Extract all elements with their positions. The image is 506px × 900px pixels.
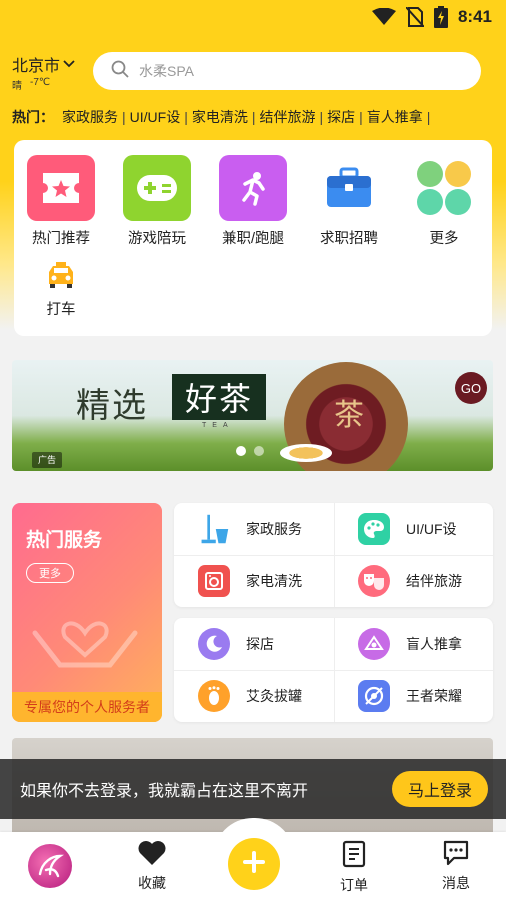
banner-subtitle: TEA (202, 422, 234, 429)
category-hot-recommend[interactable]: 热门推荐 (16, 155, 106, 248)
hot-keyword[interactable]: 家电清洗 (188, 107, 252, 127)
hot-keyword[interactable]: 家政服务 (58, 107, 122, 127)
gamepad-icon (123, 155, 191, 221)
heart-hands-icon (30, 603, 140, 688)
category-more[interactable]: 更多 (399, 155, 489, 248)
search-icon (111, 60, 129, 83)
category-label: 热门推荐 (32, 231, 90, 247)
service-label: 探店 (246, 636, 274, 652)
service-travel-companion[interactable]: 结伴旅游 (334, 555, 493, 607)
hot-keywords-bar: 热门： 家政服务 | UI/UF设 | 家电清洗 | 结伴旅游 | 探店 | 盲人推拿 | (12, 107, 431, 127)
service-ui-design[interactable]: UI/UF设 (334, 503, 493, 555)
moon-icon (198, 628, 230, 660)
palette-icon (358, 513, 390, 545)
service-label: UI/UF设 (406, 521, 457, 537)
category-game-companion[interactable]: 游戏陪玩 (112, 155, 202, 248)
banner-title-part1: 精选 (76, 388, 148, 425)
search-input[interactable]: 水柔SPA (93, 52, 481, 90)
service-label: 艾灸拔罐 (246, 688, 302, 704)
battery-charging-icon (433, 6, 448, 28)
weather-condition: 晴 (12, 81, 22, 92)
category-label: 求职招聘 (320, 231, 378, 247)
hot-services-slogan: 专属您的个人服务者 (12, 692, 162, 722)
hot-keyword[interactable]: UI/UF设 (126, 107, 185, 127)
tea-cup-image (280, 444, 332, 462)
clover-icon (410, 155, 478, 221)
publish-button[interactable] (228, 838, 280, 890)
service-housekeeping[interactable]: 家政服务 (174, 503, 333, 555)
briefcase-icon (315, 155, 383, 221)
footprint-icon (198, 680, 230, 712)
login-prompt-message: 如果你不去登录，我就霸占在这里不离开 (20, 783, 309, 800)
hot-services-title: 热门服务 (26, 530, 103, 551)
status-bar: 8:41 (0, 0, 506, 34)
tab-orders[interactable]: 订单 (314, 840, 394, 895)
service-store-visit[interactable]: 探店 (174, 618, 333, 670)
hot-services-more-button[interactable]: 更多 (26, 563, 74, 583)
heart-icon (137, 841, 167, 870)
promo-banner[interactable]: 精选 好茶 TEA 茶 GO 广告 (12, 360, 493, 471)
login-prompt-bar: 如果你不去登录，我就霸占在这里不离开 马上登录 (0, 759, 506, 819)
service-label: 王者荣耀 (406, 688, 462, 704)
service-label: 结伴旅游 (406, 573, 462, 589)
plus-icon (241, 849, 267, 880)
service-label: 盲人推拿 (406, 636, 462, 652)
hot-keyword[interactable]: 结伴旅游 (255, 107, 319, 127)
banner-product-text: 茶 (334, 399, 364, 432)
category-label: 打车 (46, 302, 76, 318)
tab-label: 消息 (442, 875, 470, 891)
hot-keywords-label: 热门： (12, 109, 54, 125)
mop-bucket-icon (198, 513, 230, 545)
hot-services-panel[interactable]: 热门服务 更多 专属您的个人服务者 (12, 503, 162, 722)
appliance-icon (198, 565, 230, 597)
pagination-dot[interactable] (236, 446, 246, 456)
hot-keyword[interactable]: 探店 (323, 107, 359, 127)
category-label: 更多 (429, 231, 459, 247)
tab-label: 收藏 (138, 875, 166, 891)
city-name: 北京市 (12, 58, 61, 75)
weather-temperature: -7℃ (30, 77, 51, 88)
banner-pagination (236, 446, 264, 456)
running-person-icon (219, 155, 287, 221)
weather-info: 晴 -7℃ (12, 77, 86, 92)
category-grid: 热门推荐 游戏陪玩 兼职/跑腿 求职招聘 更多 打车 (14, 140, 492, 336)
app-logo-icon[interactable] (28, 844, 72, 888)
message-icon (442, 840, 470, 870)
game-emblem-icon (358, 680, 390, 712)
banner-title-part2: 好茶 (172, 374, 266, 420)
services-card-top: 家政服务 UI/UF设 家电清洗 结伴旅游 (174, 503, 493, 607)
no-sim-icon (405, 7, 424, 27)
banner-badge: GO (455, 372, 487, 404)
service-blind-massage[interactable]: 盲人推拿 (334, 618, 493, 670)
masks-icon (358, 565, 390, 597)
city-selector[interactable]: 北京市 晴 -7℃ (12, 52, 86, 92)
massage-icon (358, 628, 390, 660)
service-appliance-cleaning[interactable]: 家电清洗 (174, 555, 333, 607)
category-label: 游戏陪玩 (128, 231, 186, 247)
category-taxi[interactable]: 打车 (16, 258, 106, 319)
search-placeholder: 水柔SPA (139, 63, 194, 79)
tab-label: 订单 (340, 877, 368, 893)
service-honor-of-kings[interactable]: 王者荣耀 (334, 670, 493, 722)
ticket-star-icon (27, 155, 95, 221)
category-part-time[interactable]: 兼职/跑腿 (208, 155, 298, 248)
login-button[interactable]: 马上登录 (391, 771, 488, 807)
service-label: 家电清洗 (246, 573, 302, 589)
hot-keyword[interactable]: 盲人推拿 (363, 107, 427, 127)
pagination-dot[interactable] (254, 446, 264, 456)
services-card-bottom: 探店 盲人推拿 艾灸拔罐 王者荣耀 (174, 618, 493, 722)
category-job-recruit[interactable]: 求职招聘 (304, 155, 394, 248)
tab-messages[interactable]: 消息 (416, 840, 496, 893)
taxi-icon (27, 258, 95, 292)
service-label: 家政服务 (246, 521, 302, 537)
clock: 8:41 (457, 7, 492, 26)
tab-favorites[interactable]: 收藏 (112, 840, 192, 893)
wifi-icon (371, 8, 396, 26)
chevron-down-icon (63, 55, 75, 73)
ad-tag: 广告 (32, 452, 63, 468)
order-list-icon (342, 840, 366, 872)
category-label: 兼职/跑腿 (221, 231, 285, 247)
service-moxibustion[interactable]: 艾灸拔罐 (174, 670, 333, 722)
